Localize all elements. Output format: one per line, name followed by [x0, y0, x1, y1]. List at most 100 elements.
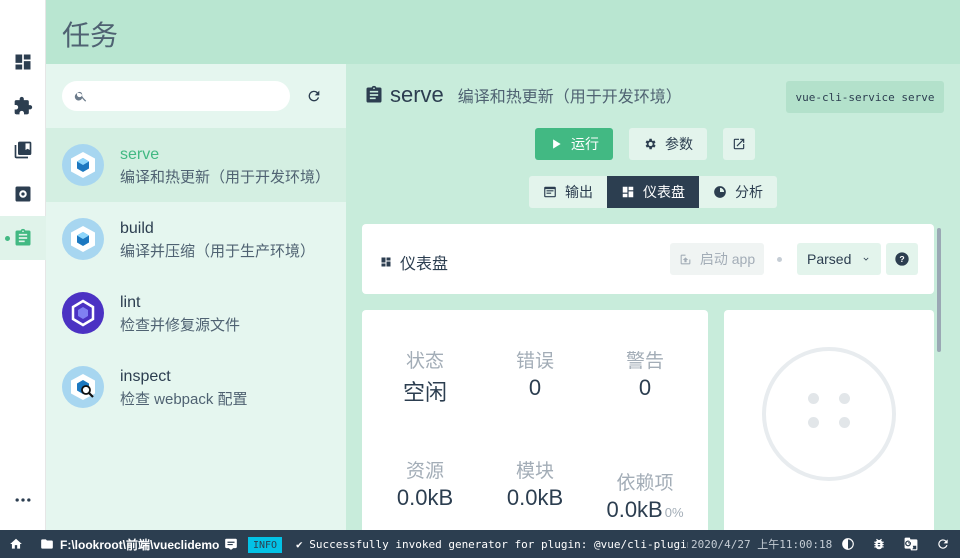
stat-value: 0.0kB	[506, 485, 564, 510]
help-button[interactable]: ?	[886, 243, 918, 275]
task-detail-pane: serve 编译和热更新（用于开发环境） vue-cli-service ser…	[346, 64, 960, 530]
size-mode-select[interactable]: Parsed	[797, 243, 881, 275]
size-mode-value: Parsed	[807, 251, 852, 267]
open-external-button[interactable]	[723, 128, 755, 160]
task-item-lint[interactable]: lint 检查并修复源文件	[46, 276, 346, 350]
dashboard-icon	[622, 186, 634, 198]
dark-mode-icon[interactable]	[841, 530, 855, 558]
launch-icon	[680, 254, 691, 264]
svg-text:?: ?	[899, 254, 904, 264]
task-name: serve	[120, 146, 160, 163]
webpack-icon	[62, 144, 104, 186]
stat-value: 0.0kB	[606, 497, 663, 522]
task-item-inspect[interactable]: inspect 检查 webpack 配置	[46, 350, 346, 424]
tab-dashboard-label: 仪表盘	[643, 184, 685, 200]
tab-analyze[interactable]: 分析	[699, 176, 777, 208]
task-name: inspect	[120, 368, 171, 385]
plugins-icon[interactable]	[0, 84, 46, 128]
play-icon	[553, 139, 561, 149]
stat-label: 错误	[515, 351, 554, 372]
stat-warnings: 警告 0	[590, 346, 700, 401]
stat-label: 依赖项	[616, 473, 674, 494]
dashboard-title-label: 仪表盘	[400, 256, 449, 273]
start-app-label: 启动 app	[699, 251, 756, 267]
stat-errors: 错误 0	[480, 346, 590, 401]
task-item-serve[interactable]: serve 编译和热更新（用于开发环境）	[46, 128, 346, 202]
inspect-webpack-icon	[62, 366, 104, 408]
search-input[interactable]	[62, 81, 290, 111]
tab-output[interactable]: 输出	[529, 176, 607, 208]
home-icon[interactable]	[9, 530, 23, 558]
task-name: lint	[120, 294, 141, 311]
task-detail-description: 编译和热更新（用于开发环境）	[457, 89, 682, 106]
task-list-pane: serve 编译和热更新（用于开发环境） build 编译并压缩（用于生产环境）…	[46, 64, 346, 530]
external-link-icon	[733, 138, 745, 150]
command-display: vue-cli-service serve	[786, 81, 944, 113]
spinner-dot	[808, 417, 819, 428]
stat-modules: 模块 0.0kB	[480, 456, 590, 511]
stat-label: 资源	[405, 461, 444, 482]
task-title: serve 编译和热更新（用于开发环境）	[364, 82, 682, 108]
log-level-badge: INFO	[248, 537, 283, 553]
task-description: 检查 webpack 配置	[120, 391, 248, 408]
spinner-dot	[839, 417, 850, 428]
log-timestamp: 2020/4/27 上午11:00:18	[691, 538, 833, 551]
separator-dot	[777, 257, 782, 262]
dashboard-toolbar: 仪表盘 启动 app Parsed ?	[362, 224, 934, 294]
task-description: 检查并修复源文件	[120, 317, 241, 334]
spinner-dot	[808, 393, 819, 404]
status-bar: F:\lookroot\前端\vueclidemo INFO ✔ Success…	[0, 530, 960, 558]
parameters-button-label: 参数	[665, 136, 693, 152]
dashboard-title: 仪表盘	[380, 250, 448, 274]
dashboard-icon	[381, 257, 391, 267]
stat-percent: 0%	[664, 505, 684, 520]
spinner-dot	[839, 393, 850, 404]
config-icon[interactable]	[0, 172, 46, 216]
reload-icon[interactable]	[936, 530, 950, 558]
dashboard-icon[interactable]	[0, 40, 46, 84]
task-description: 编译和热更新（用于开发环境）	[120, 169, 331, 186]
task-description: 编译并压缩（用于生产环境）	[120, 243, 316, 260]
refresh-icon[interactable]	[304, 84, 324, 108]
stat-assets: 资源 0.0kB	[370, 456, 480, 511]
tab-output-label: 输出	[565, 184, 593, 200]
help-icon: ?	[895, 252, 909, 266]
project-path-label: F:\lookroot\前端\vueclidemo	[60, 537, 220, 552]
active-indicator	[5, 236, 10, 241]
last-log-message[interactable]: ✔ Successfully invoked generator for plu…	[296, 530, 688, 558]
run-button-label: 运行	[571, 136, 599, 152]
stat-label: 模块	[515, 461, 554, 482]
stat-value: 0.0kB	[396, 485, 454, 510]
project-path[interactable]: F:\lookroot\前端\vueclidemo	[40, 530, 219, 558]
start-app-button[interactable]: 启动 app	[670, 243, 764, 275]
task-item-build[interactable]: build 编译并压缩（用于生产环境）	[46, 202, 346, 276]
translate-icon[interactable]	[904, 530, 918, 558]
run-button[interactable]: 运行	[535, 128, 613, 160]
tasks-icon[interactable]	[0, 216, 46, 260]
task-detail-name: serve	[390, 82, 444, 107]
bug-report-icon[interactable]	[872, 530, 886, 558]
nav-rail	[0, 0, 46, 530]
webpack-icon	[62, 218, 104, 260]
stat-dependencies: 依赖项 0.0kB 0%	[590, 468, 700, 523]
parameters-button[interactable]: 参数	[629, 128, 707, 160]
task-clipboard-icon	[366, 85, 382, 103]
stat-status: 状态 空闲	[370, 346, 480, 407]
page-header: 任务	[46, 0, 960, 64]
console-icon[interactable]	[224, 530, 238, 558]
page-title: 任务	[62, 19, 119, 52]
tab-dashboard[interactable]: 仪表盘	[607, 176, 699, 208]
gear-icon	[645, 138, 656, 150]
eslint-icon	[62, 292, 104, 334]
chevron-down-icon	[863, 257, 869, 261]
more-icon[interactable]	[0, 478, 46, 522]
idle-spinner-icon	[762, 347, 896, 481]
build-status-card	[724, 310, 934, 530]
tab-analyze-label: 分析	[735, 184, 763, 200]
dependencies-icon[interactable]	[0, 128, 46, 172]
scrollbar-thumb[interactable]	[937, 228, 941, 352]
stat-label: 警告	[625, 351, 664, 372]
stat-value: 0	[528, 375, 542, 400]
build-stats-card: 状态 空闲 错误 0 警告 0 资源 0.0kB 模块 0.0kB 依赖项 0.…	[362, 310, 708, 530]
folder-icon	[41, 539, 53, 549]
